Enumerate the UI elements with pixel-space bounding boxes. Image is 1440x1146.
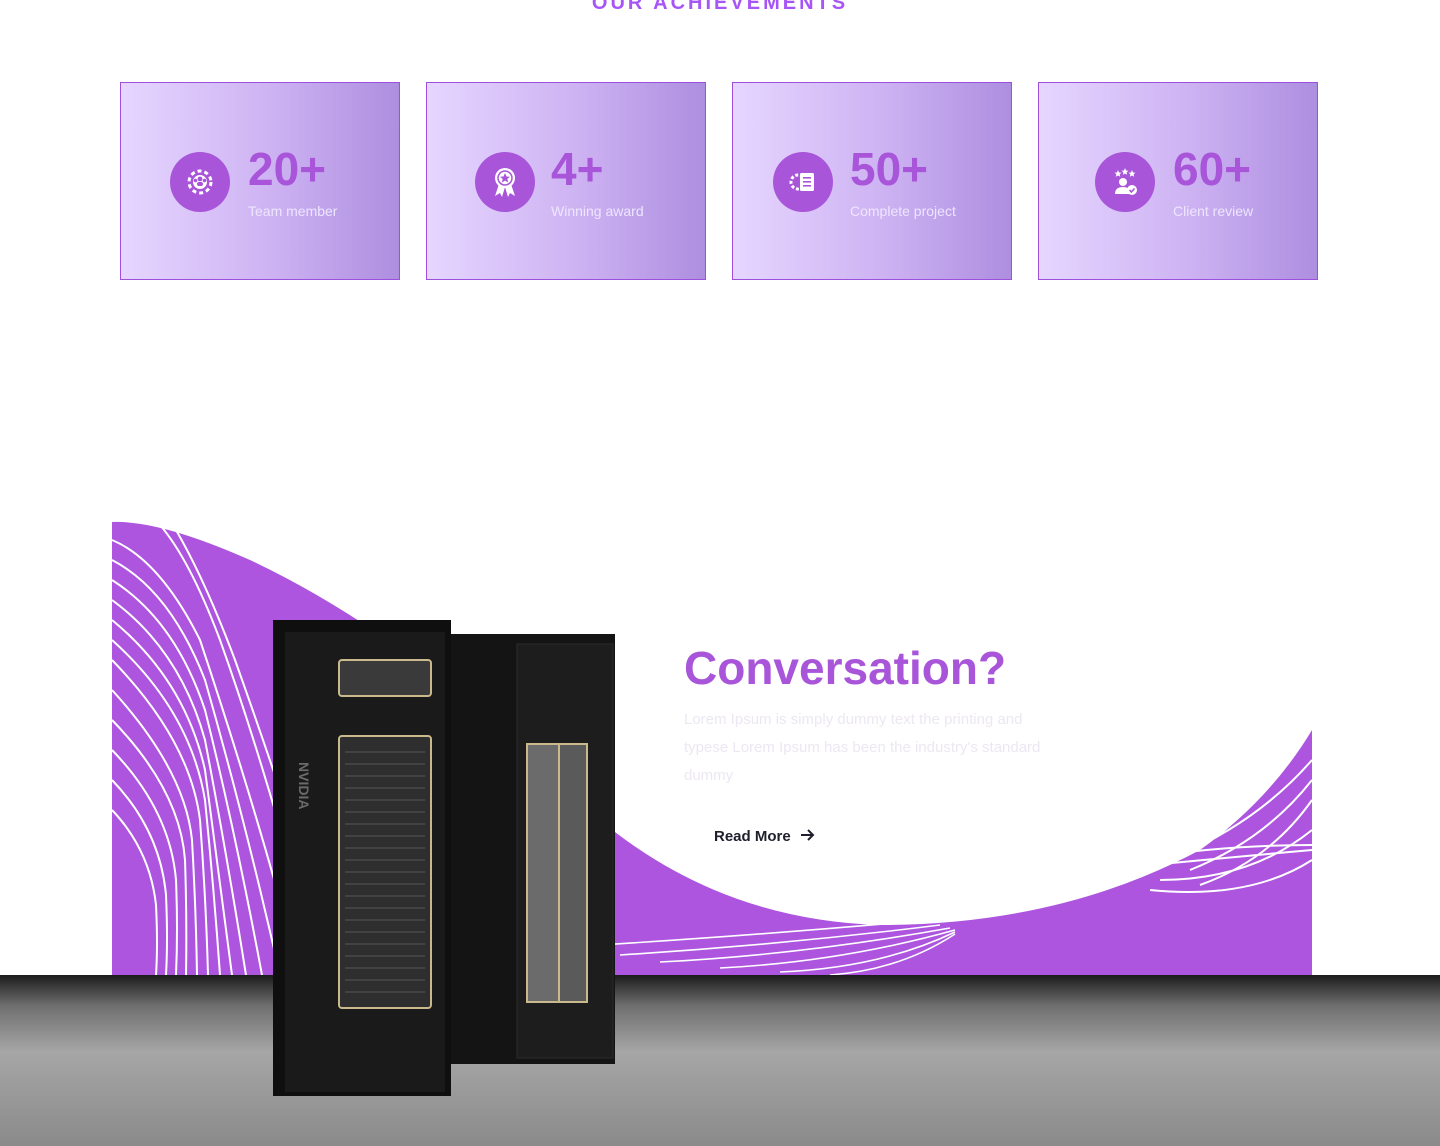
stat-label: Client review	[1173, 203, 1254, 219]
stat-value: 4+	[551, 143, 604, 195]
achievement-card-review: 60+ Client review	[1038, 82, 1318, 280]
stat-label: Complete project	[850, 203, 956, 219]
achievement-card-award: 4+ Winning award	[426, 82, 706, 280]
stat-value: 50+	[850, 143, 929, 195]
hero-title: Conversation?	[684, 642, 1007, 694]
server-racks-image: NVIDIA	[273, 620, 615, 1096]
floor-background	[0, 975, 1440, 1146]
stat-value: 20+	[248, 143, 327, 195]
client-review-icon	[1095, 152, 1155, 212]
stat-label: Team member	[248, 203, 338, 219]
section-label: OUR ACHIEVEMENTS	[591, 0, 849, 14]
stat-value: 60+	[1173, 143, 1252, 195]
team-gear-icon	[170, 152, 230, 212]
project-document-icon	[773, 152, 833, 212]
achievement-card-team: 20+ Team member	[120, 82, 400, 280]
read-more-label: Read More	[714, 827, 791, 845]
page: OUR ACHIEVEMENTS 20+ Team member 4+ Winn…	[0, 0, 1440, 1146]
arrow-right-icon	[800, 828, 815, 845]
server-brand-label: NVIDIA	[296, 762, 312, 809]
read-more-button[interactable]: Read More	[700, 818, 829, 854]
hero-description: Lorem Ipsum is simply dummy text the pri…	[684, 711, 1041, 784]
award-ribbon-icon	[475, 152, 535, 212]
stat-label: Winning award	[551, 203, 644, 219]
achievement-card-project: 50+ Complete project	[732, 82, 1012, 280]
